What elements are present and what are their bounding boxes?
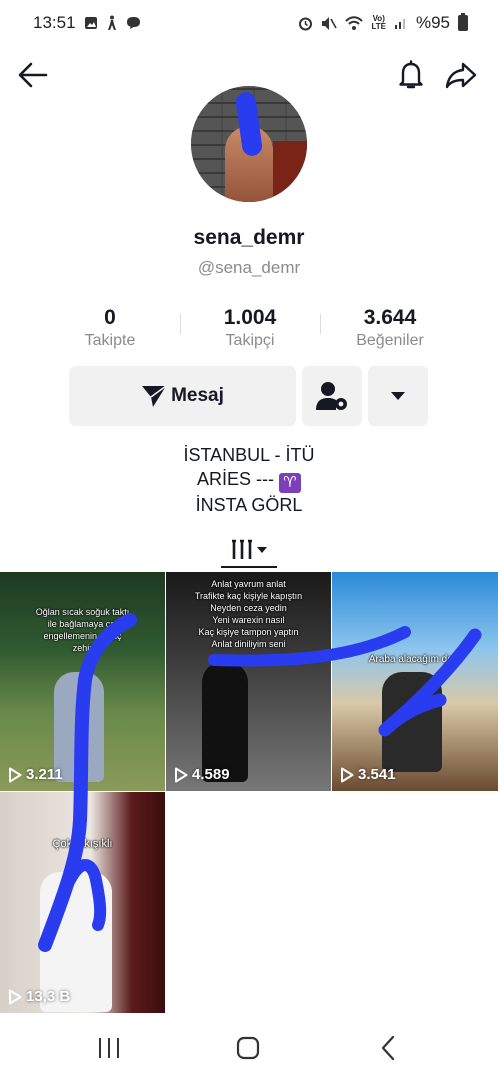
caption-fragment: güç: [107, 631, 122, 641]
avatar[interactable]: [191, 86, 307, 202]
bio-line-2-text: ARİES ---: [196, 469, 279, 489]
caption-line: Kaç kişiye tampon yaptın: [198, 627, 299, 637]
arrow-left-icon: [18, 62, 48, 88]
caption-line: Anlat yavrum anlat: [211, 579, 286, 589]
wifi-icon: [345, 15, 364, 30]
back-button[interactable]: [8, 50, 58, 100]
play-count: 4.589: [174, 766, 230, 783]
profile-bio: İSTANBUL - İTÜ ARİES --- ♈ İNSTA GÖRL: [0, 443, 498, 517]
back-chevron-icon: [381, 1035, 395, 1061]
status-time: 13:51: [33, 13, 76, 32]
tab-underline: [221, 566, 277, 568]
video-caption: Anlat yavrum anlat Trafikte kaç kişiyle …: [166, 578, 331, 650]
send-icon: [142, 385, 167, 407]
share-arrow-icon: [445, 62, 477, 89]
video-caption: Çok akışıklı: [0, 838, 165, 850]
home-icon: [236, 1036, 260, 1060]
status-bar: 13:51 Vo) LTE %95: [0, 0, 498, 46]
status-right: Vo) LTE %95: [298, 13, 468, 33]
video-thumbnail[interactable]: Oğlan sıcak soğuk taktı ile bağlamaya ça…: [0, 572, 165, 791]
recents-icon: [99, 1038, 119, 1058]
caption-line: ile bağlamaya çal: [47, 619, 118, 629]
caption-fragment: akışıklı: [78, 838, 113, 850]
caption-line: Araba alacağım derk: [368, 654, 462, 665]
caption-line: Yeni warexin nasıl: [212, 615, 285, 625]
caption-fragment: Çok: [52, 838, 73, 850]
bio-line-2: ARİES --- ♈: [0, 467, 498, 493]
video-caption: Oğlan sıcak soğuk taktı ile bağlamaya ça…: [0, 606, 165, 654]
profile-stats: 0 Takipte 1.004 Takipçi 3.644 Beğeniler: [40, 306, 460, 352]
walking-icon: [107, 15, 116, 30]
play-count-value: 13,3 B: [26, 988, 71, 1005]
caption-line: Çok akışıklı: [0, 838, 165, 850]
aries-emoji: ♈: [279, 473, 301, 493]
stat-followers[interactable]: 1.004 Takipçi: [180, 306, 320, 352]
play-count-value: 3.211: [26, 766, 63, 783]
battery-icon: [458, 13, 468, 31]
system-back-button[interactable]: [358, 1024, 418, 1072]
followers-label: Takipçi: [225, 332, 275, 349]
play-icon: [9, 767, 22, 782]
following-count: 0: [104, 306, 116, 329]
likes-count: 3.644: [363, 306, 417, 329]
play-count-value: 4.589: [192, 766, 230, 783]
caption-line: zehir: [72, 643, 93, 653]
play-icon: [9, 989, 22, 1004]
bell-icon: [399, 60, 423, 89]
home-button[interactable]: [218, 1024, 278, 1072]
stat-likes[interactable]: 3.644 Beğeniler: [320, 306, 460, 352]
status-left: 13:51: [33, 13, 141, 33]
caption-line: engellemenin güç: [0, 630, 165, 642]
play-count: 13,3 B: [8, 988, 70, 1005]
caption-line: Oğlan sıcak soğuk taktı: [35, 607, 130, 617]
caption-line: Trafikte kaç kişiyle kapıştın: [194, 591, 303, 601]
alarm-icon: [299, 17, 313, 30]
chat-icon: [126, 17, 140, 29]
video-thumbnail[interactable]: Anlat yavrum anlat Trafikte kaç kişiyle …: [166, 572, 331, 791]
display-name: sena_demr: [193, 226, 305, 249]
video-caption: Araba alacağım derk: [332, 654, 498, 666]
volte-icon: Vo) LTE: [371, 14, 386, 31]
following-label: Takipte: [84, 332, 136, 349]
profile-actions: Mesaj: [0, 366, 498, 426]
grid-lines-icon: [232, 539, 252, 559]
play-count-value: 3.541: [358, 766, 396, 783]
play-count: 3.541: [340, 766, 396, 783]
caption-line: Anlat diniliyim seni: [211, 639, 286, 649]
bio-line-3: İNSTA GÖRL: [195, 495, 303, 515]
notifications-button[interactable]: [386, 50, 436, 100]
system-nav-bar: [0, 1016, 498, 1080]
signal-icon: [394, 19, 405, 29]
recents-button[interactable]: [79, 1024, 139, 1072]
video-figure: [202, 662, 248, 782]
play-icon: [175, 767, 188, 782]
bio-line-1: İSTANBUL - İTÜ: [183, 445, 315, 465]
user-handle: @sena_demr: [197, 258, 301, 277]
video-thumbnail[interactable]: Çok akışıklı 13,3 B: [0, 792, 165, 1013]
more-button[interactable]: [368, 366, 428, 426]
video-figure: [382, 672, 442, 772]
stat-following[interactable]: 0 Takipte: [40, 306, 180, 352]
message-button[interactable]: Mesaj: [69, 366, 296, 426]
user-settings-icon: [316, 382, 347, 410]
message-label: Mesaj: [171, 385, 224, 406]
battery-percent: %95: [415, 13, 450, 32]
caption-fragment: engellemenin: [43, 631, 97, 641]
gallery-icon: [84, 17, 97, 29]
play-icon: [341, 767, 354, 782]
play-count: 3.211: [8, 766, 63, 783]
avatar-red-wall: [273, 141, 307, 202]
video-thumbnail[interactable]: Araba alacağım derk 3.541: [332, 572, 498, 791]
likes-label: Beğeniler: [356, 332, 424, 349]
caption-line: Neyden ceza yedin: [210, 603, 287, 613]
add-user-button[interactable]: [302, 366, 362, 426]
caret-down-icon: [257, 547, 267, 553]
share-button[interactable]: [436, 50, 486, 100]
mute-icon: [322, 16, 338, 30]
followers-count: 1.004: [223, 306, 277, 329]
caret-down-icon: [391, 392, 405, 400]
